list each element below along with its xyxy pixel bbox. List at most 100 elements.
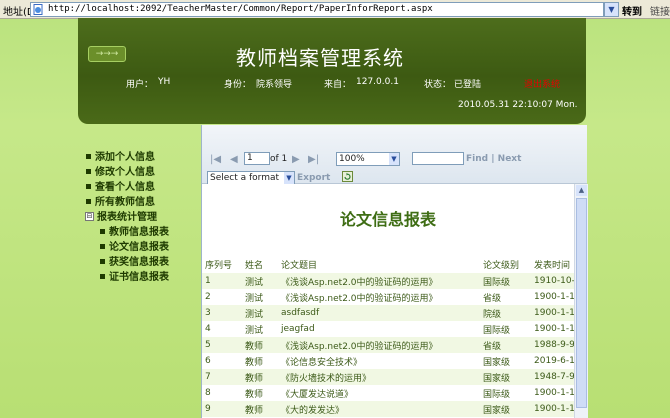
find-next-button[interactable]: Next (498, 154, 522, 164)
nav-group-report-management[interactable]: ⊟ 报表统计管理 (84, 210, 199, 225)
table-cell: asdfasdf (278, 305, 480, 321)
page-number-input[interactable]: 1 (244, 152, 270, 165)
table-row: 2 测试 《浅谈Asp.net2.0中的验证码的运用》 省级 1900-1-1 (202, 289, 574, 305)
column-header: 论文级别 (483, 260, 520, 271)
table-cell: 省级 (480, 337, 531, 353)
table-cell: 6 (205, 356, 211, 366)
table-row: 3 测试 asdfasdf 院级 1900-1-1 (202, 305, 574, 321)
report-content: 论文信息报表 序列号 姓名 论文题目 论文级别 发表时间 1 测试 《浅谈Asp.n… (202, 184, 574, 418)
table-cell: 2 (205, 292, 211, 302)
table-cell: 测试 (242, 305, 278, 321)
address-url: http://localhost:2092/TeacherMaster/Comm… (48, 4, 433, 14)
nav-item-add-info[interactable]: 添加个人信息 (84, 150, 199, 165)
find-button[interactable]: Find (466, 154, 488, 164)
chevron-down-icon: ▼ (389, 153, 399, 165)
table-cell: 《浅谈Asp.net2.0中的验证码的运用》 (278, 337, 480, 353)
role-value: 院系领导 (256, 80, 293, 90)
nav-item-view-info[interactable]: 查看个人信息 (84, 180, 199, 195)
last-page-icon[interactable]: ▶| (308, 154, 319, 165)
table-cell: 省级 (483, 293, 502, 304)
prev-page-icon[interactable]: ◀ (230, 154, 238, 165)
address-input[interactable]: http://localhost:2092/TeacherMaster/Comm… (30, 2, 604, 17)
page-count: of 1 (270, 154, 288, 164)
from-value: 127.0.0.1 (356, 77, 399, 87)
table-cell: 7 (202, 369, 242, 385)
first-page-icon[interactable]: |◀ (210, 154, 221, 165)
links-button[interactable]: 链接 (650, 3, 670, 18)
logout-link[interactable]: 退出系统 (524, 77, 560, 90)
refresh-icon[interactable] (342, 171, 353, 182)
table-row: 9 教师 《大的发发达》 国家级 1900-1-1 (202, 401, 574, 417)
table-row: 4 测试 jeagfad 国际级 1900-1-1 (202, 321, 574, 337)
scroll-up-icon[interactable]: ▲ (576, 185, 587, 196)
role-label: 身份： (224, 80, 252, 90)
report-title: 论文信息报表 (339, 210, 436, 229)
nav-item-all-teachers[interactable]: 所有教师信息 (84, 195, 199, 210)
zoom-value: 100% (339, 154, 365, 164)
system-title: 教师档案管理系统 (236, 46, 404, 70)
table-cell: 国际级 (483, 325, 511, 336)
table-cell: 《论信息安全技术》 (281, 357, 363, 368)
find-separator: | (491, 154, 495, 164)
sidebar-nav: 添加个人信息 修改个人信息 查看个人信息 所有教师信息 ⊟ 报表统计管理 教师信息… (84, 150, 199, 285)
table-cell: 教师 (242, 401, 278, 417)
scroll-thumb[interactable] (576, 198, 587, 408)
nav-item-paper-report[interactable]: 论文信息报表 (84, 240, 199, 255)
column-header: 发表时间 (534, 260, 571, 271)
bullet-icon (100, 244, 105, 249)
collapse-toggle-icon[interactable]: ⊟ (85, 212, 94, 221)
status-value: 已登陆 (454, 80, 482, 90)
table-cell: 1900-1-1 (531, 305, 574, 321)
table-row: 8 教师 《大厦发达说道》 国际级 1900-1-1 (202, 385, 574, 401)
bullet-icon (86, 154, 91, 159)
bullet-icon (86, 184, 91, 189)
export-format-select[interactable]: Select a format ▼ (207, 171, 295, 185)
table-cell: 国家级 (480, 369, 531, 385)
report-toolbar: |◀ ◀ 1 of 1 ▶ ▶| 100% ▼ Find | Next Sele… (202, 125, 587, 185)
table-cell: 8 (205, 388, 211, 398)
find-controls: Find | Next (466, 154, 521, 164)
table-cell: 《浅谈Asp.net2.0中的验证码的运用》 (278, 273, 480, 289)
table-cell: 测试 (245, 293, 264, 304)
table-cell: 国际级 (483, 389, 511, 400)
format-value: Select a format (210, 173, 280, 183)
address-dropdown-button[interactable]: ▼ (604, 2, 619, 17)
table-cell: 《大厦发达说道》 (281, 389, 354, 400)
table-cell: jeagfad (281, 324, 315, 334)
table-cell: 1900-1-1 (534, 388, 574, 398)
table-cell: 1900-1-1 (534, 324, 574, 334)
nav-item-award-report[interactable]: 获奖信息报表 (84, 255, 199, 270)
nav-item-certificate-report[interactable]: 证书信息报表 (84, 270, 199, 285)
browser-address-bar: 地址(D) http://localhost:2092/TeacherMaste… (0, 0, 670, 19)
table-cell: 1900-1-1 (534, 292, 574, 302)
table-cell: 1988-9-9 (531, 337, 574, 353)
table-cell: 《防火墙技术的运用》 (278, 369, 480, 385)
table-cell: 教师 (245, 389, 264, 400)
table-cell: 教师 (242, 337, 278, 353)
export-button[interactable]: Export (297, 173, 330, 183)
from-label: 来自： (324, 80, 352, 90)
go-button[interactable]: 转到 (622, 3, 642, 18)
next-page-icon[interactable]: ▶ (292, 154, 300, 165)
table-cell: 1910-10- (531, 273, 574, 289)
report-viewer: |◀ ◀ 1 of 1 ▶ ▶| 100% ▼ Find | Next Sele… (201, 125, 588, 418)
paper-table: 序列号 姓名 论文题目 论文级别 发表时间 1 测试 《浅谈Asp.net2.0中的… (202, 255, 574, 417)
table-row: 7 教师 《防火墙技术的运用》 国家级 1948-7-9 (202, 369, 574, 385)
table-cell: 2019-6-1 (534, 356, 574, 366)
site-header: →→→ 教师档案管理系统 用户： YH 身份： 院系领导 来自： 127.0.0… (78, 18, 586, 124)
table-cell: 5 (202, 337, 242, 353)
user-value: YH (158, 77, 171, 87)
table-cell: 教师 (242, 369, 278, 385)
table-cell: 教师 (245, 357, 264, 368)
table-cell: 3 (202, 305, 242, 321)
table-cell: 《浅谈Asp.net2.0中的验证码的运用》 (281, 293, 438, 304)
table-cell: 国家级 (480, 401, 531, 417)
nav-item-teacher-report[interactable]: 教师信息报表 (84, 225, 199, 240)
report-scrollbar[interactable]: ▲ (574, 184, 588, 418)
nav-item-edit-info[interactable]: 修改个人信息 (84, 165, 199, 180)
table-cell: 国际级 (480, 273, 531, 289)
column-header: 论文题目 (281, 260, 318, 271)
column-header: 序列号 (205, 260, 233, 271)
find-input[interactable] (412, 152, 464, 165)
zoom-select[interactable]: 100% ▼ (336, 152, 400, 166)
